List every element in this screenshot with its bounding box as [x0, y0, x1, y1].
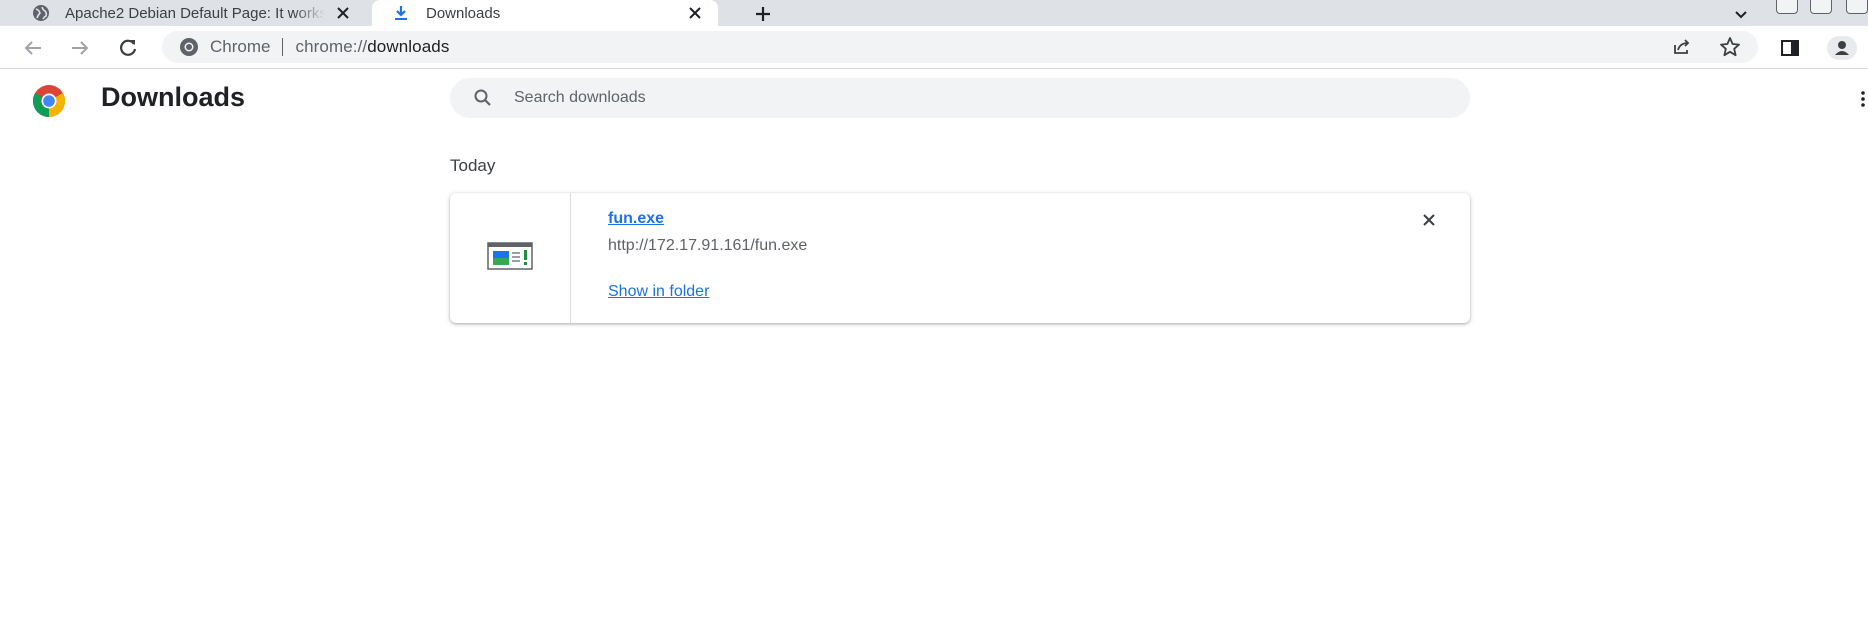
close-tab-icon[interactable] [334, 4, 352, 22]
omnibox-chip: Chrome [210, 37, 271, 56]
download-icon [392, 4, 410, 22]
maximize-window-button[interactable] [1810, 0, 1832, 14]
profile-avatar-icon[interactable] [1826, 36, 1858, 60]
toolbar: Chrome chrome://downloads [0, 26, 1868, 69]
tab-downloads[interactable]: Downloads [372, 0, 718, 26]
download-file-icon-column [450, 193, 571, 323]
globe-icon [32, 4, 50, 22]
url-scheme: chrome:// [295, 37, 368, 56]
close-tab-icon[interactable] [686, 4, 704, 22]
bookmark-star-icon[interactable] [1718, 35, 1742, 59]
exe-file-icon [487, 241, 533, 275]
chrome-icon [178, 36, 200, 58]
forward-button[interactable] [68, 36, 92, 60]
search-downloads-field[interactable] [450, 78, 1470, 118]
tab-search-chevron-icon[interactable] [1730, 3, 1752, 25]
minimize-window-button[interactable] [1776, 0, 1798, 14]
omnibox-url: chrome://downloads [295, 37, 449, 57]
reload-button[interactable] [116, 36, 140, 60]
new-tab-button[interactable] [752, 3, 774, 25]
remove-download-close-icon[interactable] [1418, 209, 1440, 231]
search-icon [472, 87, 494, 109]
download-source-url: http://172.17.91.161/fun.exe [608, 237, 808, 254]
tab-title: Downloads [426, 4, 501, 22]
tab-title: Apache2 Debian Default Page: It works [65, 4, 325, 22]
tab-strip: Apache2 Debian Default Page: It works Do… [0, 0, 1868, 26]
share-icon[interactable] [1670, 35, 1694, 59]
more-actions-icon[interactable] [1858, 88, 1868, 110]
close-window-button[interactable] [1846, 0, 1868, 14]
downloads-header: Downloads [0, 70, 1868, 126]
side-panel-icon[interactable] [1778, 36, 1802, 60]
tab-apache[interactable]: Apache2 Debian Default Page: It works [0, 0, 366, 26]
download-file-name-link[interactable]: fun.exe [608, 210, 664, 228]
search-input[interactable] [512, 88, 1412, 108]
chrome-logo-icon [32, 84, 66, 118]
url-host: downloads [367, 37, 450, 56]
date-section-label: Today [450, 156, 496, 175]
address-bar[interactable]: Chrome chrome://downloads [162, 31, 1758, 63]
back-button[interactable] [21, 36, 45, 60]
download-item-card: fun.exe http://172.17.91.161/fun.exe Sho… [450, 193, 1470, 323]
show-in-folder-link[interactable]: Show in folder [608, 283, 709, 301]
omnibox-divider [282, 38, 284, 56]
page-title: Downloads [101, 82, 246, 112]
